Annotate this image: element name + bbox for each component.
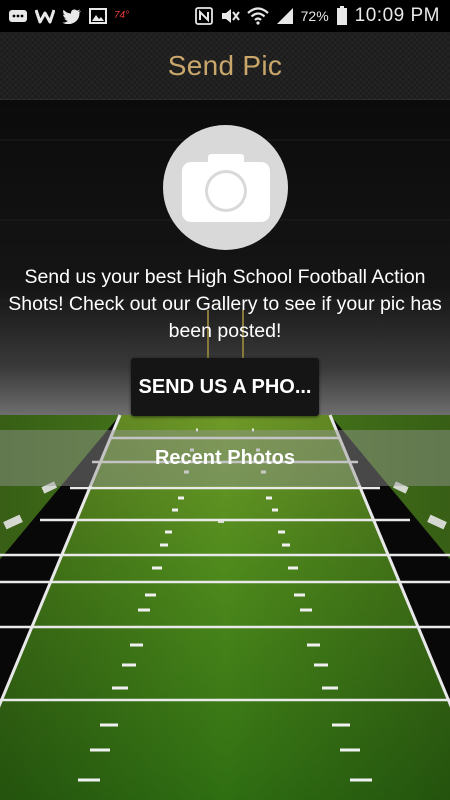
recent-photos-title: Recent Photos	[154, 446, 296, 469]
nfc-icon	[194, 6, 213, 26]
twitter-icon	[62, 6, 82, 26]
notification-icons: 74°	[8, 6, 129, 26]
camera-icon	[181, 153, 270, 222]
clock: 10:09 PM	[354, 5, 440, 26]
w-app-icon	[35, 6, 55, 26]
mute-icon	[220, 6, 240, 26]
camera-button[interactable]	[163, 125, 288, 250]
description-text: Send us your best High School Football A…	[8, 266, 442, 342]
recent-photos-header: Recent Photos	[0, 430, 450, 486]
battery-icon	[336, 6, 348, 26]
image-icon	[89, 6, 107, 26]
signal-icon	[276, 6, 294, 26]
system-icons: 72% 10:09 PM	[194, 5, 440, 27]
app-header: Send Pic	[0, 32, 450, 100]
battery-percent: 72%	[300, 8, 329, 24]
wifi-icon	[246, 6, 269, 26]
send-photo-button[interactable]: SEND US A PHO...	[131, 358, 319, 416]
status-bar: 74° 72% 10:09 PM	[0, 0, 450, 32]
page-title: Send Pic	[167, 49, 283, 81]
weather-temperature: 74°	[114, 10, 130, 21]
message-icon	[8, 6, 28, 26]
